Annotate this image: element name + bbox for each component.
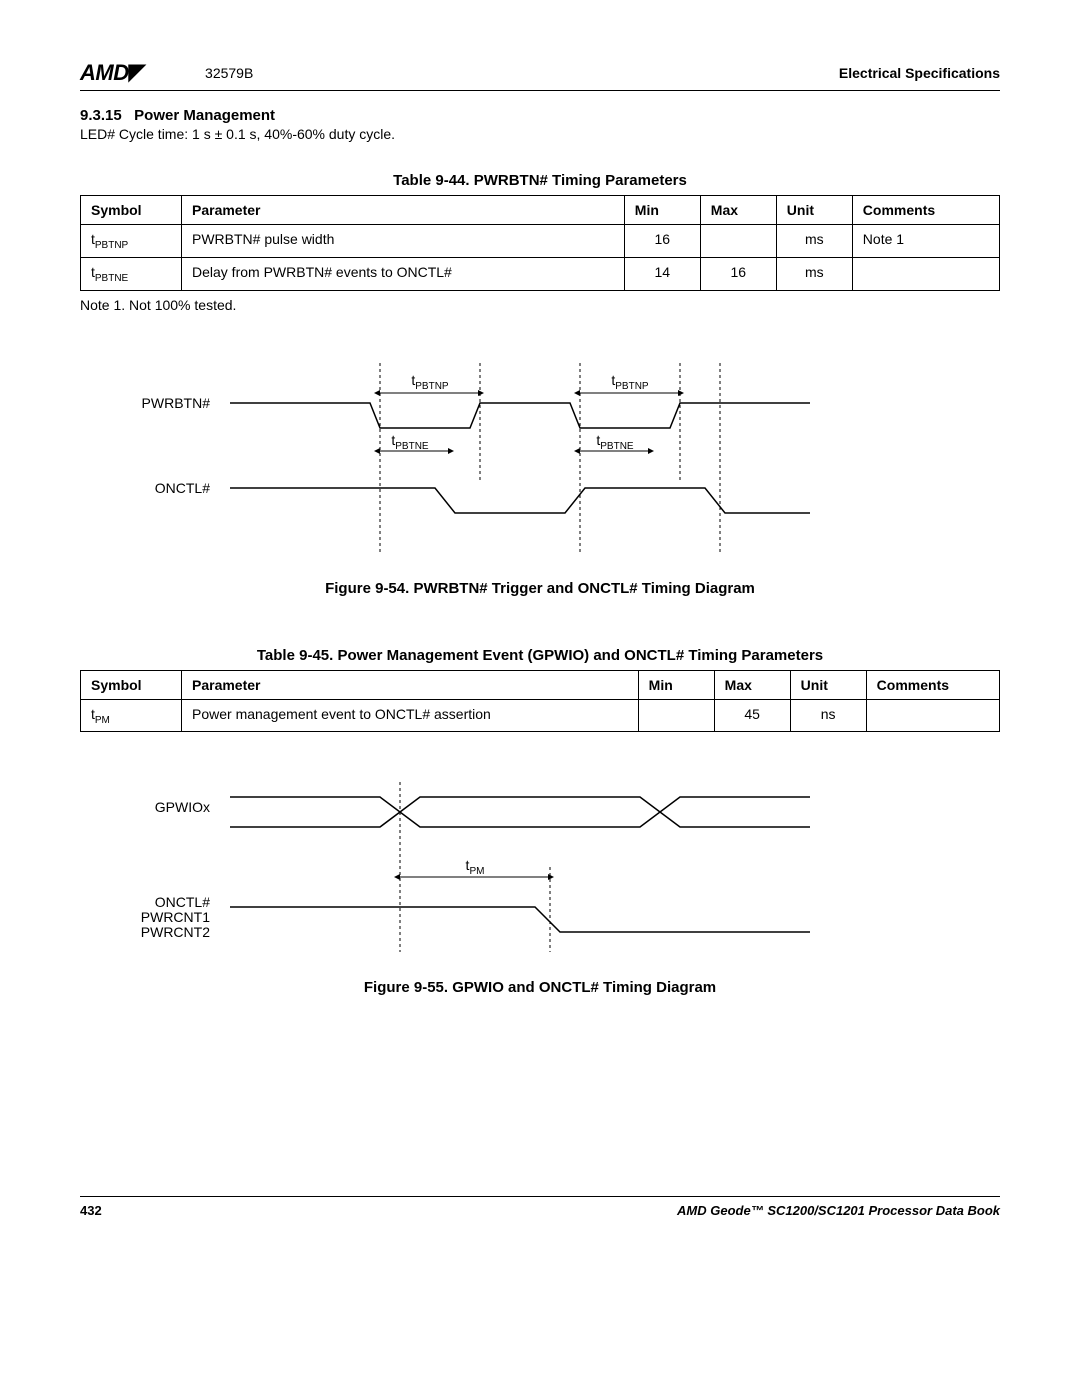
- table-header-row: Symbol Parameter Min Max Unit Comments: [81, 196, 1000, 225]
- cell-comments: Note 1: [852, 225, 999, 258]
- label-pwrbtn: PWRBTN#: [142, 395, 211, 411]
- table-row: tPBTNE Delay from PWRBTN# events to ONCT…: [81, 257, 1000, 290]
- cell-symbol: tPBTNP: [81, 225, 182, 258]
- amd-logo: AMD◤: [80, 60, 145, 86]
- svg-text:tPBTNE: tPBTNE: [596, 432, 634, 452]
- cell-parameter: Power management event to ONCTL# asserti…: [182, 699, 639, 732]
- label-pwrcnt1: PWRCNT1: [141, 909, 210, 925]
- figure-55-diagram: GPWIOx tPM ONCTL# PWRCNT1 PWRCNT2: [80, 772, 1000, 965]
- th-max: Max: [714, 670, 790, 699]
- cell-max: [700, 225, 776, 258]
- svg-text:tPM: tPM: [466, 857, 485, 877]
- table-row: tPBTNP PWRBTN# pulse width 16 ms Note 1: [81, 225, 1000, 258]
- label-pwrcnt2: PWRCNT2: [141, 924, 210, 940]
- cell-max: 16: [700, 257, 776, 290]
- cell-parameter: PWRBTN# pulse width: [182, 225, 625, 258]
- th-comments: Comments: [852, 196, 999, 225]
- footer-page-number: 432: [80, 1203, 102, 1218]
- table-45-caption: Table 9-45. Power Management Event (GPWI…: [80, 647, 1000, 664]
- page-footer: 432 AMD Geode™ SC1200/SC1201 Processor D…: [80, 1196, 1000, 1218]
- th-max: Max: [700, 196, 776, 225]
- th-min: Min: [638, 670, 714, 699]
- th-parameter: Parameter: [182, 196, 625, 225]
- doc-code: 32579B: [205, 65, 253, 81]
- cell-comments: [866, 699, 999, 732]
- th-unit: Unit: [790, 670, 866, 699]
- cell-unit: ns: [790, 699, 866, 732]
- table-header-row: Symbol Parameter Min Max Unit Comments: [81, 670, 1000, 699]
- table-row: tPM Power management event to ONCTL# ass…: [81, 699, 1000, 732]
- cell-unit: ms: [776, 257, 852, 290]
- th-unit: Unit: [776, 196, 852, 225]
- cell-min: [638, 699, 714, 732]
- cell-symbol: tPBTNE: [81, 257, 182, 290]
- section-heading: 9.3.15 Power Management: [80, 107, 1000, 124]
- section-title-text: Power Management: [134, 107, 275, 124]
- svg-text:tPBTNE: tPBTNE: [391, 432, 429, 452]
- label-onctl: ONCTL#: [155, 480, 210, 496]
- label-onctl2: ONCTL#: [155, 894, 210, 910]
- section-number: 9.3.15: [80, 107, 130, 124]
- figure-54-diagram: PWRBTN# tPBTNP tPBTNP tPBTNE tPBTNE ONCT…: [80, 353, 1000, 566]
- th-min: Min: [624, 196, 700, 225]
- cell-parameter: Delay from PWRBTN# events to ONCTL#: [182, 257, 625, 290]
- cell-unit: ms: [776, 225, 852, 258]
- table-44: Symbol Parameter Min Max Unit Comments t…: [80, 195, 1000, 291]
- th-symbol: Symbol: [81, 670, 182, 699]
- table-44-caption: Table 9-44. PWRBTN# Timing Parameters: [80, 172, 1000, 189]
- svg-text:tPBTNP: tPBTNP: [611, 372, 649, 392]
- table-45: Symbol Parameter Min Max Unit Comments t…: [80, 670, 1000, 733]
- th-parameter: Parameter: [182, 670, 639, 699]
- page-header: AMD◤ 32579B Electrical Specifications: [80, 60, 1000, 91]
- cell-min: 14: [624, 257, 700, 290]
- cell-symbol: tPM: [81, 699, 182, 732]
- footer-book-title: AMD Geode™ SC1200/SC1201 Processor Data …: [677, 1203, 1000, 1218]
- header-section-title: Electrical Specifications: [839, 65, 1000, 81]
- cell-min: 16: [624, 225, 700, 258]
- svg-text:tPBTNP: tPBTNP: [411, 372, 449, 392]
- section-body: LED# Cycle time: 1 s ± 0.1 s, 40%-60% du…: [80, 126, 1000, 142]
- cell-comments: [852, 257, 999, 290]
- cell-max: 45: [714, 699, 790, 732]
- th-comments: Comments: [866, 670, 999, 699]
- label-gpwiox: GPWIOx: [155, 799, 210, 815]
- figure-54-caption: Figure 9-54. PWRBTN# Trigger and ONCTL# …: [80, 580, 1000, 597]
- table-44-footnote: Note 1. Not 100% tested.: [80, 297, 1000, 313]
- th-symbol: Symbol: [81, 196, 182, 225]
- figure-55-caption: Figure 9-55. GPWIO and ONCTL# Timing Dia…: [80, 979, 1000, 996]
